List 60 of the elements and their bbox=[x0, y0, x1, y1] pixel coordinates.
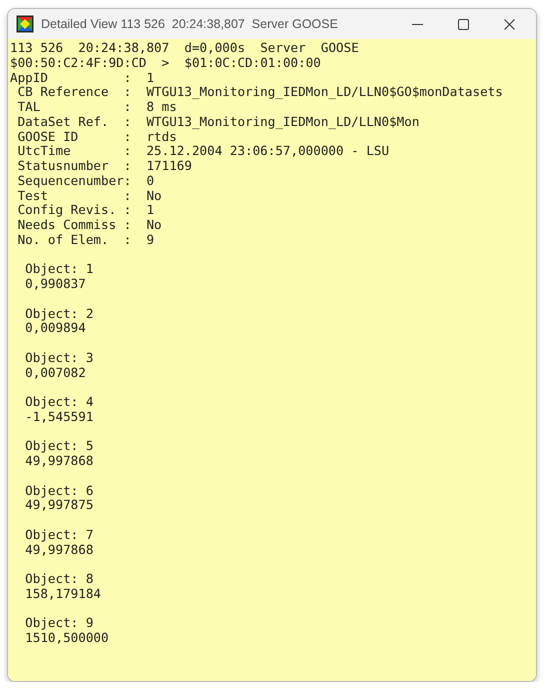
field-label: Sequencenumber bbox=[18, 172, 124, 188]
object-title: Object: 6 bbox=[25, 482, 94, 498]
object-value: 49,997868 bbox=[25, 453, 94, 468]
object-title: Object: 1 bbox=[25, 261, 94, 276]
field-value: No bbox=[146, 218, 162, 233]
field-value: 25.12.2004 23:06:57,000000 - LSU bbox=[146, 144, 390, 159]
object-value: 49,997875 bbox=[25, 497, 94, 512]
object-title: Object: 4 bbox=[25, 394, 94, 409]
app-icon bbox=[16, 15, 34, 33]
colon-separator: : bbox=[124, 217, 132, 232]
field-value: WTGU13_Monitoring_IEDMon_LD/LLN0$GO$monDatasets bbox=[146, 85, 503, 100]
colon-separator: : bbox=[124, 84, 132, 100]
colon-separator: : bbox=[124, 70, 132, 84]
object-title: Object: 2 bbox=[25, 306, 94, 320]
field-value: 0 bbox=[146, 174, 154, 188]
colon-separator: : bbox=[124, 114, 132, 129]
object-title: Object: 9 bbox=[25, 615, 94, 630]
field-value: 9 bbox=[146, 232, 154, 248]
colon-separator: : bbox=[124, 202, 132, 218]
field-label: CB Reference bbox=[18, 84, 109, 100]
field-label: GOOSE ID bbox=[18, 128, 78, 144]
field-label: Config Revis. bbox=[18, 202, 116, 218]
object-value: 49,997868 bbox=[25, 542, 94, 556]
field-value: No bbox=[146, 188, 162, 204]
maximize-icon bbox=[458, 18, 468, 30]
field-label: DataSet Ref. bbox=[18, 114, 109, 129]
colon-separator: : bbox=[124, 158, 132, 173]
field-label: Statusnumber bbox=[18, 158, 109, 173]
colon-separator: : bbox=[124, 128, 132, 144]
object-value: 1510,500000 bbox=[25, 630, 109, 645]
field-value: 171169 bbox=[146, 159, 192, 174]
colon-separator: : bbox=[124, 143, 132, 158]
window-title: Detailed View 113 526 20:24:38,807 Server GOOSE bbox=[41, 16, 338, 33]
field-value: rtds bbox=[146, 130, 177, 144]
field-value: WTGU13_Monitoring_IEDMon_LD/LLN0$Mon bbox=[146, 114, 420, 130]
object-value: 158,179184 bbox=[25, 586, 101, 601]
object-value: 0,990837 bbox=[25, 276, 86, 291]
object-value: 0,007082 bbox=[25, 364, 86, 380]
field-value: 1 bbox=[146, 203, 154, 218]
colon-separator: : bbox=[124, 172, 132, 188]
object-value: 0,009894 bbox=[25, 320, 86, 336]
field-value: 1 bbox=[146, 70, 154, 86]
header-line: 113 526 20:24:38,807 d=0,000s Server GOOSE bbox=[10, 40, 359, 55]
field-label: AppID bbox=[10, 70, 48, 84]
object-title: Object: 5 bbox=[25, 438, 94, 454]
header-line: $00:50:C2:4F:9D:CD > $01:0C:CD:01:00:00 bbox=[10, 54, 321, 70]
field-label: UtcTime bbox=[18, 143, 71, 158]
object-value: -1,545591 bbox=[25, 408, 94, 424]
field-label: TAL bbox=[18, 99, 40, 114]
colon-separator: : bbox=[124, 99, 132, 114]
field-label: Test bbox=[18, 188, 48, 202]
close-icon bbox=[504, 18, 514, 30]
colon-separator: : bbox=[124, 188, 132, 202]
object-title: Object: 7 bbox=[25, 526, 94, 542]
field-label: Needs Commiss bbox=[18, 217, 116, 232]
object-title: Object: 3 bbox=[25, 350, 94, 365]
object-title: Object: 8 bbox=[25, 571, 94, 586]
field-label: No. of Elem. bbox=[18, 232, 109, 247]
colon-separator: : bbox=[124, 232, 132, 247]
field-value: 8 ms bbox=[146, 100, 177, 115]
